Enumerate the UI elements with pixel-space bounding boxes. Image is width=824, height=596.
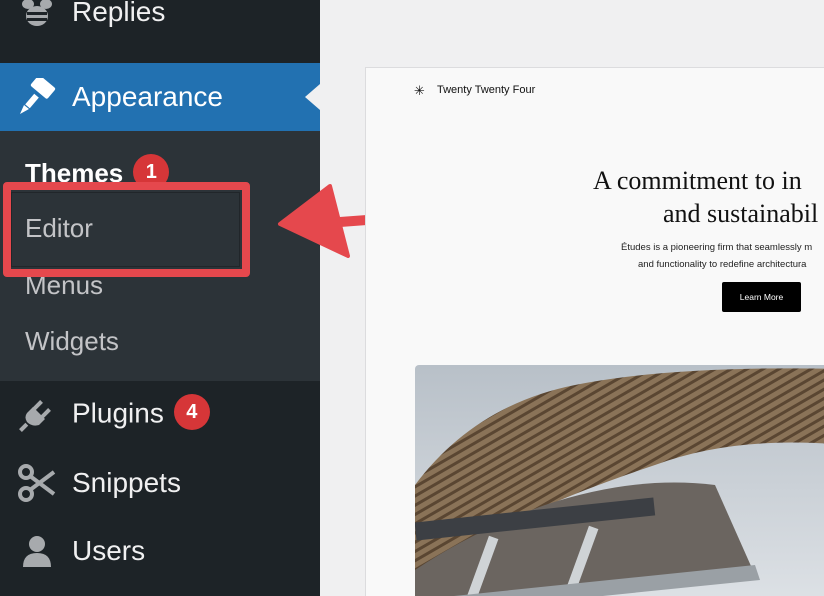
- bee-icon: [18, 0, 56, 31]
- user-icon: [18, 532, 56, 570]
- site-logo: ✳: [414, 83, 425, 98]
- plugin-update-badge: 4: [173, 394, 210, 430]
- sidebar-item-label: Users: [72, 535, 146, 566]
- site-title: Twenty Twenty Four: [437, 84, 536, 96]
- hero-heading-line2: and sustainabil: [663, 199, 819, 228]
- submenu-item-widgets[interactable]: Widgets: [25, 326, 119, 356]
- architecture-photo: [415, 365, 824, 596]
- admin-sidebar: Replies Appearance Themes 1 Editor Menus …: [0, 0, 320, 596]
- sidebar-item-label: Snippets: [72, 467, 181, 498]
- sidebar-item-replies[interactable]: Replies: [0, 0, 320, 46]
- submenu-item-label: Widgets: [25, 326, 119, 356]
- sidebar-item-appearance[interactable]: Appearance: [0, 63, 320, 131]
- sidebar-item-snippets[interactable]: Snippets: [0, 449, 320, 517]
- sidebar-item-plugins[interactable]: Plugins 4: [0, 381, 320, 449]
- sidebar-item-users[interactable]: Users: [0, 517, 320, 585]
- hero-description-line2: and functionality to redefine architectu…: [638, 259, 807, 270]
- hero-description-line1: Études is a pioneering firm that seamles…: [621, 242, 813, 253]
- sidebar-item-label: Appearance: [72, 81, 224, 112]
- learn-more-button[interactable]: Learn More: [722, 282, 801, 312]
- sidebar-item-text: Plugins: [72, 397, 164, 429]
- sidebar-item-label: Plugins 4: [72, 394, 210, 433]
- plug-icon: [18, 396, 56, 434]
- theme-preview[interactable]: ✳ Twenty Twenty Four A commitment to in …: [365, 67, 824, 596]
- scissors-icon: [18, 464, 56, 502]
- paintbrush-icon: [18, 78, 56, 116]
- sidebar-item-label: Replies: [72, 0, 166, 27]
- editor-highlight-box: [3, 182, 250, 277]
- hero-heading-line1: A commitment to in: [593, 166, 802, 195]
